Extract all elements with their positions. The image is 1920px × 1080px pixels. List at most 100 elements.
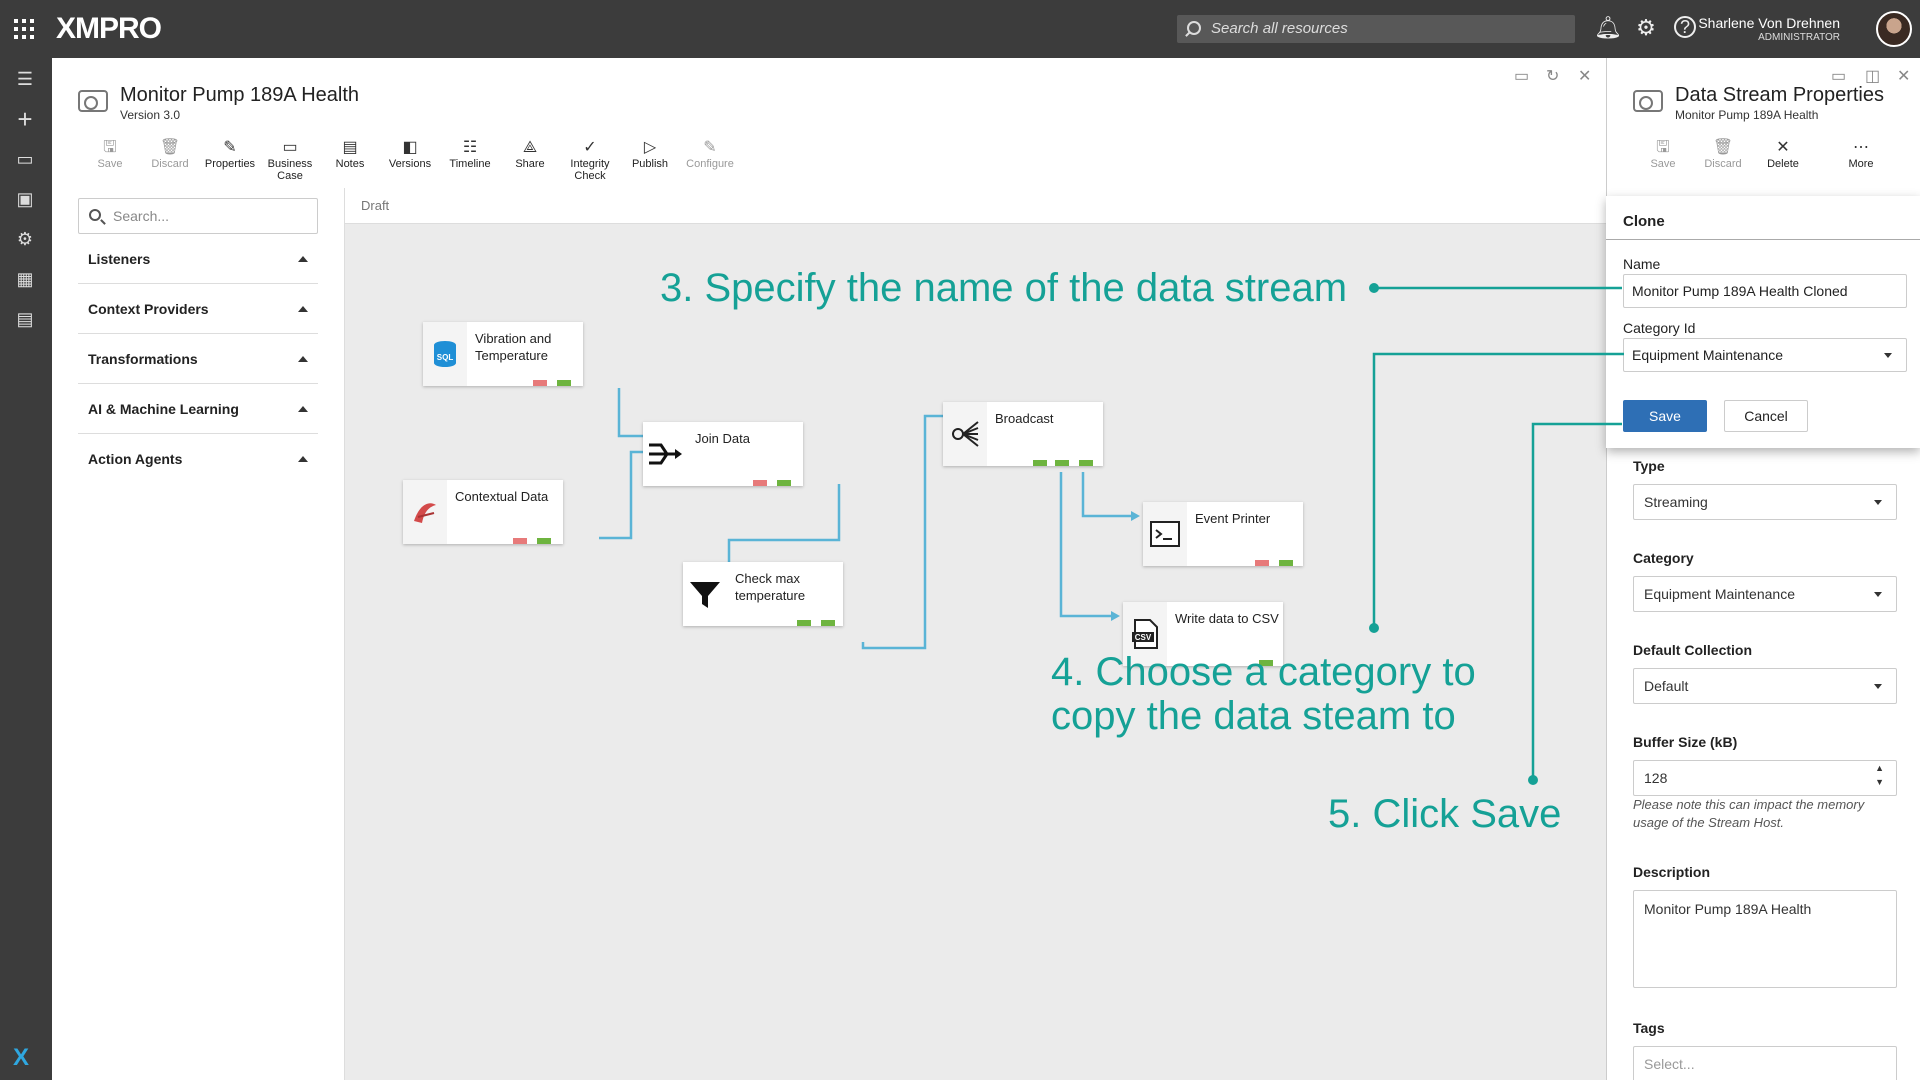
chevron-down-icon bbox=[1874, 684, 1882, 689]
add-icon[interactable]: + bbox=[14, 106, 36, 132]
close-icon[interactable]: ✕ bbox=[1897, 66, 1910, 86]
caret-up-icon bbox=[298, 456, 308, 462]
output-port[interactable] bbox=[797, 620, 811, 626]
configure-button[interactable]: ✎ Configure bbox=[680, 138, 740, 190]
global-search-input[interactable]: Search all resources bbox=[1177, 15, 1575, 43]
more-button[interactable]: ⋯ More bbox=[1831, 138, 1891, 170]
output-port[interactable] bbox=[1055, 460, 1069, 466]
palette-group-ai-ml[interactable]: AI & Machine Learning bbox=[78, 384, 318, 434]
main-toolbar: 🖫 Save 🗑 Discard ✎ Properties ▭ Business Case ▤ N… bbox=[80, 138, 740, 190]
category-label: Category bbox=[1633, 550, 1694, 566]
business-case-button[interactable]: ▭ Business Case bbox=[260, 138, 320, 190]
error-port[interactable] bbox=[533, 380, 547, 386]
apps-grid-icon[interactable] bbox=[14, 19, 34, 39]
help-icon[interactable]: ? bbox=[1674, 16, 1696, 38]
dashboard-icon[interactable]: ▦ bbox=[14, 268, 36, 290]
gear-icon[interactable]: ⚙︎ bbox=[1634, 16, 1658, 40]
properties-button[interactable]: ✎ Properties bbox=[200, 138, 260, 190]
calendar-icon[interactable]: ▣ bbox=[14, 188, 36, 210]
palette-group-listeners[interactable]: Listeners bbox=[78, 234, 318, 284]
node-label: Vibration and Temperature bbox=[475, 331, 552, 363]
apps-icon[interactable]: ▤ bbox=[14, 308, 36, 330]
xmpro-mark-icon: X bbox=[13, 1044, 30, 1071]
design-canvas[interactable]: Draft SQL Vibration and Temperature Cont… bbox=[344, 188, 1607, 1080]
output-port[interactable] bbox=[1279, 560, 1293, 566]
save-button[interactable]: 🖫 Save bbox=[1633, 138, 1693, 170]
refresh-icon[interactable]: ↻ bbox=[1546, 66, 1559, 86]
delete-button[interactable]: ✕ Delete bbox=[1753, 138, 1813, 170]
output-port[interactable] bbox=[537, 538, 551, 544]
join-icon bbox=[643, 422, 687, 486]
error-port[interactable] bbox=[1255, 560, 1269, 566]
tags-select[interactable]: Select... bbox=[1633, 1046, 1897, 1080]
annotation-step4-line1: 4. Choose a category to bbox=[1051, 650, 1476, 694]
global-search-placeholder: Search all resources bbox=[1211, 20, 1348, 37]
palette-group-transformations[interactable]: Transformations bbox=[78, 334, 318, 384]
discard-button[interactable]: 🗑 Discard bbox=[1693, 138, 1753, 170]
palette-group-context-providers[interactable]: Context Providers bbox=[78, 284, 318, 334]
clone-category-select[interactable]: Equipment Maintenance bbox=[1623, 338, 1907, 372]
output-port[interactable] bbox=[821, 620, 835, 626]
collection-label: Default Collection bbox=[1633, 642, 1753, 658]
bell-icon[interactable]: 🔔︎ bbox=[1594, 16, 1622, 40]
category-value: Equipment Maintenance bbox=[1644, 586, 1795, 602]
description-textarea[interactable]: Monitor Pump 189A Health bbox=[1633, 890, 1897, 988]
buffer-size-input[interactable]: 128 ▲ ▼ bbox=[1633, 760, 1897, 796]
search-icon bbox=[1187, 21, 1201, 35]
node-label: Event Printer bbox=[1195, 511, 1271, 526]
minimize-icon[interactable]: ▭ bbox=[1831, 66, 1846, 86]
user-name[interactable]: Sharlene Von Drehnen bbox=[1698, 15, 1840, 31]
clone-save-button[interactable]: Save bbox=[1623, 400, 1707, 432]
briefcase-icon[interactable]: ▭ bbox=[14, 148, 36, 170]
avatar[interactable] bbox=[1876, 11, 1912, 47]
error-port[interactable] bbox=[753, 480, 767, 486]
output-port[interactable] bbox=[1079, 460, 1093, 466]
tags-label: Tags bbox=[1633, 1020, 1665, 1036]
close-icon[interactable]: ✕ bbox=[1578, 66, 1591, 86]
toolbar-label: Save bbox=[97, 158, 123, 170]
recommendations-icon[interactable]: ⚙ bbox=[14, 228, 36, 250]
node-vibration-temperature[interactable]: SQL Vibration and Temperature bbox=[423, 322, 583, 386]
xmpro-logo: XMPRO bbox=[56, 12, 162, 45]
versions-button[interactable]: ◧ Versions bbox=[380, 138, 440, 190]
node-broadcast[interactable]: Broadcast bbox=[943, 402, 1103, 466]
output-port[interactable] bbox=[1033, 460, 1047, 466]
category-select[interactable]: Equipment Maintenance bbox=[1633, 576, 1897, 612]
check-circle-icon: ✓ bbox=[583, 139, 597, 156]
minimize-icon[interactable]: ▭ bbox=[1514, 66, 1529, 86]
palette-search-input[interactable]: Search... bbox=[78, 198, 318, 234]
caret-up-icon bbox=[298, 306, 308, 312]
node-label: Write data to CSV bbox=[1175, 611, 1279, 626]
output-port[interactable] bbox=[777, 480, 791, 486]
clone-name-input[interactable]: Monitor Pump 189A Health Cloned bbox=[1623, 274, 1907, 308]
publish-button[interactable]: ▷ Publish bbox=[620, 138, 680, 190]
maximize-icon[interactable]: ◫ bbox=[1865, 66, 1880, 86]
share-button[interactable]: ⟁ Share bbox=[500, 138, 560, 190]
arrow-printer bbox=[1131, 511, 1140, 521]
node-check-max-temperature[interactable]: Check max temperature bbox=[683, 562, 843, 626]
timeline-icon: ☷ bbox=[462, 139, 478, 156]
output-port[interactable] bbox=[557, 380, 571, 386]
toolbar-label: Publish bbox=[631, 158, 669, 170]
timeline-button[interactable]: ☷ Timeline bbox=[440, 138, 500, 190]
description-label: Description bbox=[1633, 864, 1711, 880]
menu-icon[interactable]: ☰ bbox=[14, 68, 36, 90]
type-value: Streaming bbox=[1644, 494, 1708, 510]
chevron-down-icon bbox=[1884, 353, 1892, 358]
node-join-data[interactable]: Join Data bbox=[643, 422, 803, 486]
type-select[interactable]: Streaming bbox=[1633, 484, 1897, 520]
briefcase-icon: ▭ bbox=[282, 139, 298, 156]
save-button[interactable]: 🖫 Save bbox=[80, 138, 140, 190]
sql-server-icon bbox=[403, 480, 447, 544]
stepper-icon[interactable]: ▲ ▼ bbox=[1875, 761, 1884, 789]
node-contextual-data[interactable]: Contextual Data bbox=[403, 480, 563, 544]
collection-select[interactable]: Default bbox=[1633, 668, 1897, 704]
palette-group-action-agents[interactable]: Action Agents bbox=[78, 434, 318, 484]
clone-cancel-button[interactable]: Cancel bbox=[1724, 400, 1808, 432]
notes-button[interactable]: ▤ Notes bbox=[320, 138, 380, 190]
node-event-printer[interactable]: Event Printer bbox=[1143, 502, 1303, 566]
integrity-check-button[interactable]: ✓ Integrity Check bbox=[560, 138, 620, 190]
chevron-down-icon bbox=[1874, 500, 1882, 505]
error-port[interactable] bbox=[513, 538, 527, 544]
discard-button[interactable]: 🗑 Discard bbox=[140, 138, 200, 190]
